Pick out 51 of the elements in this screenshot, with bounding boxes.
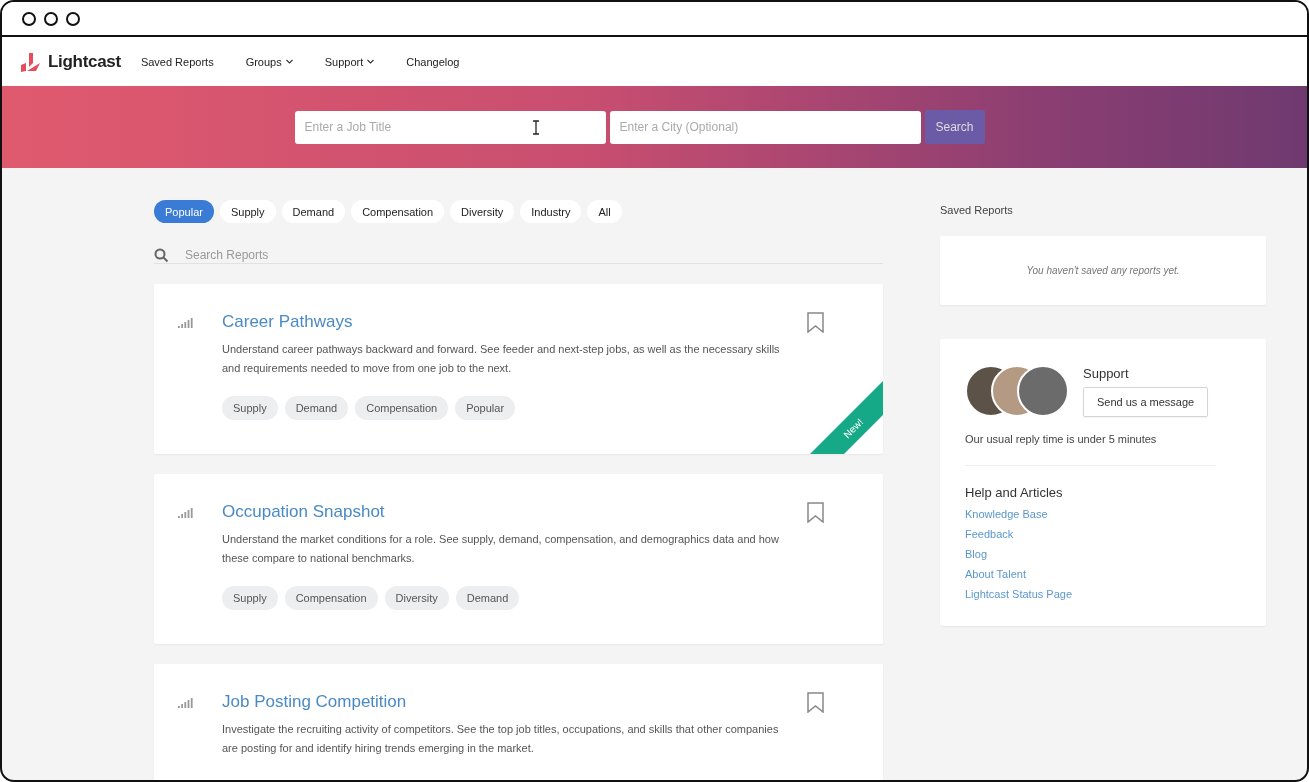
- support-title: Support: [1083, 365, 1130, 381]
- logo-icon: [20, 50, 42, 73]
- nav-link[interactable]: Groups: [245, 55, 293, 68]
- signal-bars-icon: [178, 508, 194, 519]
- tag: Compensation: [355, 396, 449, 420]
- reply-time-text: Our usual reply time is under 5 minutes: [965, 433, 1216, 466]
- window-control[interactable]: [22, 11, 36, 26]
- search-button[interactable]: Search: [924, 110, 985, 144]
- job-title-field[interactable]: Enter a Job Title: [294, 110, 606, 144]
- nav-link[interactable]: Saved Reports: [140, 55, 214, 68]
- filter-tab[interactable]: Diversity: [450, 200, 515, 223]
- report-description: Understand career pathways backward and forward. See feeder and next-step jobs, as well as the necessary skills and requirements needed to move from one job to the next.: [222, 342, 781, 376]
- filter-tab[interactable]: Supply: [219, 200, 276, 223]
- city-field[interactable]: Enter a City (Optional): [609, 110, 921, 144]
- report-title[interactable]: Occupation Snapshot: [222, 502, 385, 522]
- report-title[interactable]: Career Pathways: [222, 312, 353, 332]
- bookmark-icon[interactable]: [807, 692, 824, 713]
- signal-bars-icon: [178, 698, 194, 709]
- brand-name: Lightcast: [48, 51, 121, 72]
- section-title: Saved Reports: [940, 204, 1014, 216]
- tag: Supply: [222, 396, 278, 420]
- tag: Popular: [455, 396, 516, 420]
- filter-tab[interactable]: Popular: [154, 200, 214, 223]
- signal-bars-icon: [178, 318, 194, 329]
- filter-tab[interactable]: All: [587, 200, 622, 223]
- text-cursor-icon: [531, 119, 540, 135]
- send-message-button[interactable]: Send us a message: [1083, 386, 1209, 417]
- filter-tab[interactable]: Demand: [281, 200, 346, 223]
- tag: Diversity: [384, 586, 449, 610]
- help-title: Help and Articles: [965, 485, 1064, 500]
- bookmark-icon[interactable]: [807, 502, 824, 523]
- search-reports-field[interactable]: Search Reports: [183, 247, 883, 263]
- nav-link[interactable]: Changelog: [406, 55, 460, 68]
- report-description: Investigate the recruiting activity of competitors. See the top job titles, occupations, and skills that other companies are posting for and identify hiring trends emerging in the market.: [222, 722, 780, 756]
- avatar-placeholder: [1017, 365, 1069, 417]
- window-control[interactable]: [66, 11, 80, 26]
- tag: Supply: [222, 586, 278, 610]
- chevron-down-icon: [367, 59, 375, 64]
- filter-tab[interactable]: Compensation: [351, 200, 445, 223]
- empty-message: You haven't saved any reports yet.: [1026, 265, 1180, 276]
- report-description: Understand the market conditions for a role. See supply, demand, compensation, and demographics data and how these compare to national benchmarks.: [222, 532, 780, 566]
- bookmark-icon[interactable]: [807, 312, 824, 333]
- tag: Compensation: [284, 586, 378, 610]
- window-control[interactable]: [44, 11, 58, 26]
- search-icon: [154, 247, 169, 263]
- tag: Demand: [455, 586, 520, 610]
- nav-link[interactable]: Support: [324, 55, 375, 68]
- filter-tab[interactable]: Industry: [520, 200, 582, 223]
- report-title[interactable]: Job Posting Competition: [222, 692, 407, 712]
- chevron-down-icon: [285, 59, 293, 64]
- tag: Demand: [284, 396, 349, 420]
